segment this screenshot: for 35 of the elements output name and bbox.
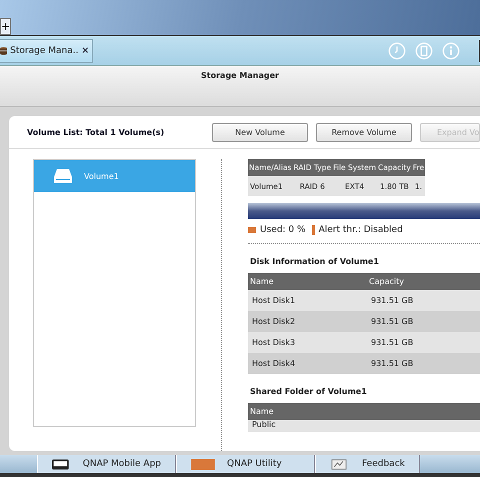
info-icon[interactable] [442, 42, 460, 60]
close-button[interactable]: × [81, 46, 89, 56]
table-cell: Host Disk1 [248, 290, 367, 311]
table-cell: 931.51 GB [367, 332, 480, 353]
column-header: Name [248, 273, 367, 290]
clock-icon[interactable] [388, 42, 406, 60]
alert-legend-icon [312, 225, 315, 235]
phone-icon [52, 458, 69, 470]
drive-icon [54, 169, 72, 183]
app-tab[interactable]: Storage Mana.. × [0, 38, 93, 62]
chart-icon [330, 458, 348, 470]
volume-button[interactable]: Remove Volume [316, 122, 412, 142]
table-cell: 931.51 GB [367, 290, 480, 311]
add-tab-button[interactable]: + [0, 18, 11, 35]
table-cell: 931.51 GB [367, 353, 480, 374]
used-label: Used: 0 % [260, 225, 306, 235]
tab-label: Storage Mana.. [10, 46, 78, 56]
section-title: Disk Information of Volume1 [250, 257, 380, 266]
table-cell: Public [248, 420, 480, 432]
taskbar-item[interactable]: QNAP Utility [176, 455, 315, 473]
volume-list-title: Volume List: Total 1 Volume(s) [27, 128, 166, 136]
table-cell: Host Disk4 [248, 353, 367, 374]
window-title: Storage Manager [201, 71, 279, 80]
table-cell: Host Disk2 [248, 311, 367, 332]
column-header: Name [248, 403, 480, 420]
box-icon [191, 458, 215, 470]
alert-label: Alert thr.: Disabled [318, 225, 403, 235]
section-title: Shared Folder of Volume1 [250, 387, 368, 396]
column-header: Capacity [367, 273, 480, 290]
taskbar-item[interactable]: QNAP Mobile App [37, 455, 176, 473]
used-legend-icon [248, 227, 256, 233]
table-cell: 931.51 GB [367, 311, 480, 332]
table-cell: Host Disk3 [248, 332, 367, 353]
taskbar-item[interactable]: Feedback [315, 455, 420, 473]
volume-button[interactable]: New Volume [212, 122, 308, 142]
